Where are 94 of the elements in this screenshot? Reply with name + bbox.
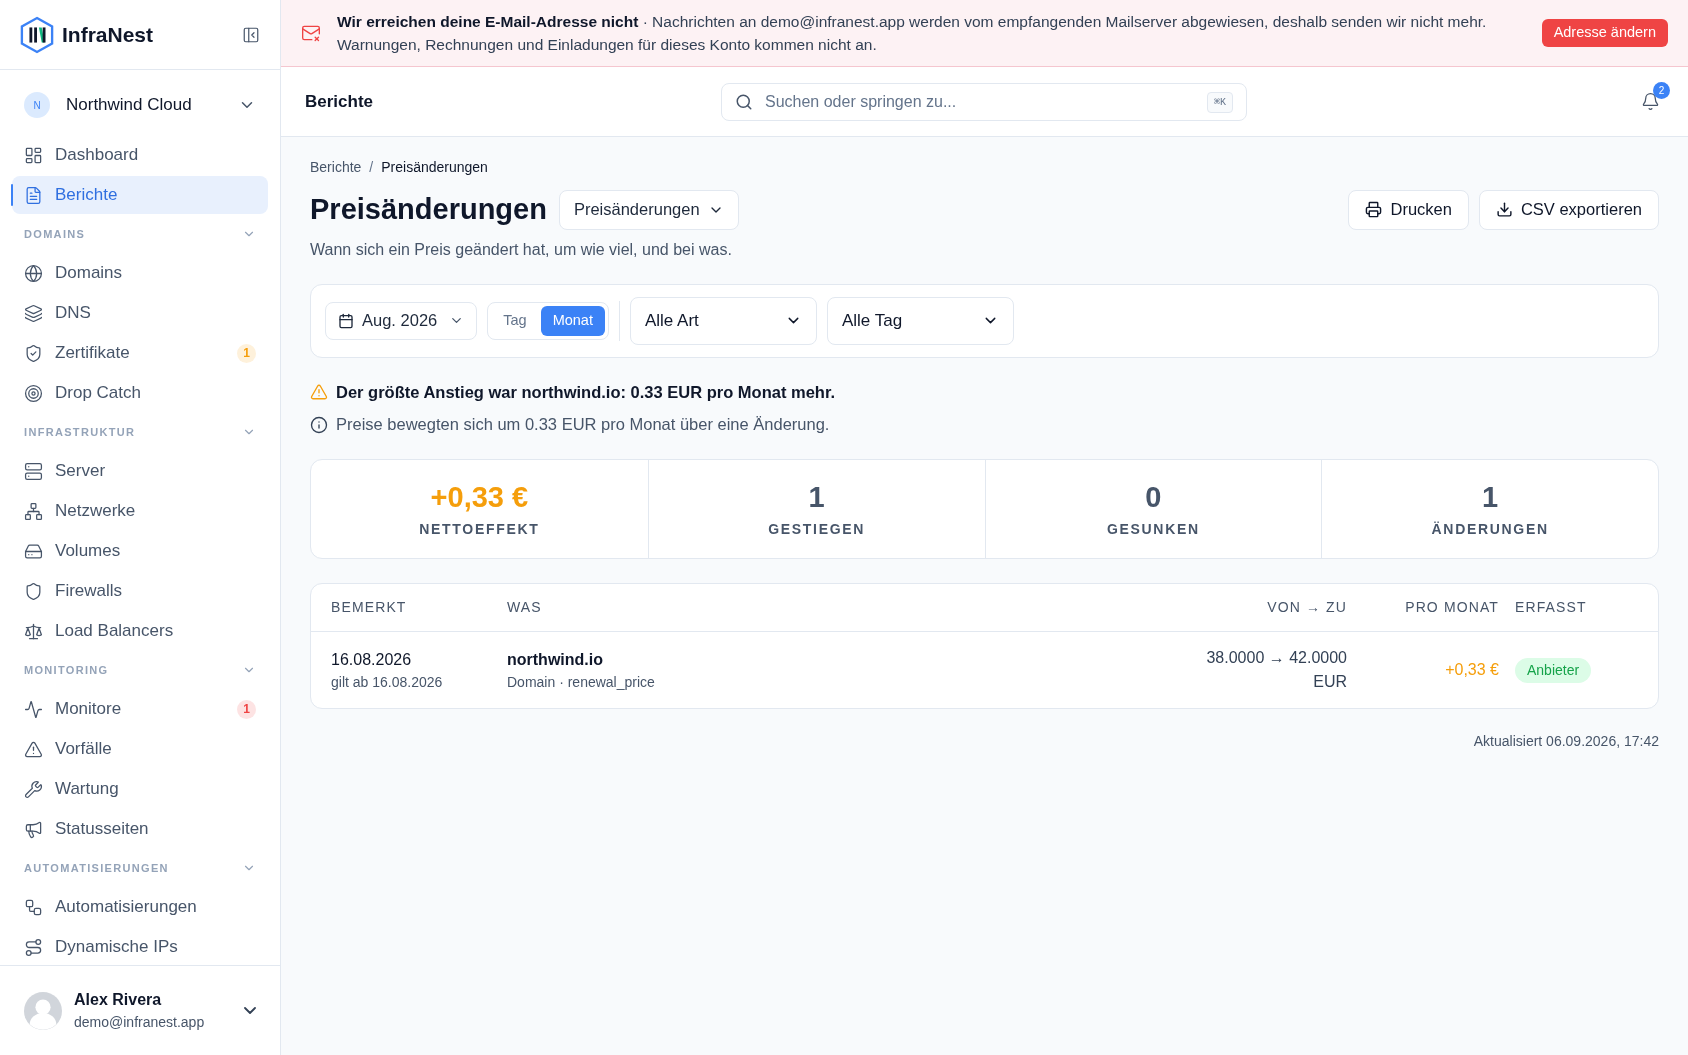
source-tag: Anbieter <box>1515 657 1592 683</box>
change-address-button[interactable]: Adresse ändern <box>1541 19 1668 47</box>
sidebar-item[interactable]: DNS <box>12 294 268 332</box>
sidebar-item[interactable]: Domains <box>12 254 268 292</box>
dashboard-icon <box>24 145 43 165</box>
stat-label: ÄNDERUNGEN <box>1431 519 1549 539</box>
sidebar-item[interactable]: Berichte <box>12 176 268 214</box>
wrench-icon <box>24 779 43 799</box>
sidebar-item[interactable]: Dynamische IPs <box>12 928 268 965</box>
badge-count: 1 <box>243 703 250 715</box>
calendar-icon <box>338 312 354 329</box>
globe-icon <box>24 263 43 283</box>
sidebar-item[interactable]: Drop Catch <box>12 374 268 412</box>
layers-icon <box>24 303 43 323</box>
column-header: PRO MONAT <box>1405 598 1500 617</box>
price-change: 38.0000 → 42.0000 <box>1206 648 1347 668</box>
workspace-avatar: N <box>24 92 50 118</box>
megaphone-icon <box>24 819 43 839</box>
stat-value: 1 <box>808 479 825 515</box>
header-title: Berichte <box>305 90 375 113</box>
column-header: VON → ZU <box>1267 598 1348 617</box>
item-name: northwind.io <box>507 649 604 670</box>
granularity-option[interactable]: Monat <box>540 305 605 336</box>
export-csv-button[interactable]: CSV exportieren <box>1478 189 1659 230</box>
sidebar-item[interactable]: Load Balancers <box>12 612 268 650</box>
sidebar-item[interactable]: Zertifikate 1 <box>12 334 268 372</box>
column-header: WAS <box>507 598 543 617</box>
network-icon <box>24 501 43 521</box>
stat-value: 0 <box>1145 479 1162 515</box>
banner-message: Wir erreichen deine E-Mail-Adresse nicht · Nachrichten an demo@infranest.app werden vom empfangenden Mailserver abgewiesen, deshalb senden wir nicht mehr. Warnungen, Rechnungen und Einladungen für dieses Konto kommen nicht an. <box>337 12 1488 55</box>
breadcrumb-separator: / <box>369 158 374 177</box>
shield-check-icon <box>24 343 43 363</box>
download-icon <box>1495 201 1513 219</box>
badge-count: 1 <box>243 347 250 359</box>
breadcrumb-current: Preisänderungen <box>381 158 488 177</box>
logo-icon <box>20 15 54 54</box>
route-icon <box>24 937 43 957</box>
stat-value: +0,33 € <box>430 479 529 515</box>
avatar-icon <box>24 991 62 1030</box>
filter-select[interactable]: Alle Tag <box>826 296 1014 345</box>
price-change: EUR <box>1313 672 1347 692</box>
monthly-change: +0,33 € <box>1445 660 1500 680</box>
sidebar-item[interactable]: Automatisierungen <box>12 888 268 926</box>
stat-label: GESTIEGEN <box>768 519 866 539</box>
stat-label: NETTOEFFEKT <box>419 519 540 539</box>
user-menu[interactable]: Alex Rivera demo@infranest.app <box>0 965 280 1055</box>
breadcrumb-link[interactable]: Berichte <box>310 157 362 178</box>
target-icon <box>24 383 43 403</box>
notification-bell-icon[interactable] <box>1641 92 1660 111</box>
warning-icon <box>310 382 328 401</box>
server-icon <box>24 461 43 481</box>
sidebar-item[interactable]: Wartung <box>12 770 268 808</box>
sidebar-item[interactable]: Netzwerke <box>12 492 268 530</box>
chevron-down-icon <box>244 1007 256 1014</box>
workspace-switcher[interactable]: N Northwind Cloud <box>12 86 268 124</box>
mail-error-icon <box>301 23 321 43</box>
scale-icon <box>24 621 43 641</box>
stat-label: GESUNKEN <box>1106 519 1200 539</box>
user-name: Alex Rivera <box>74 990 163 1010</box>
granularity-option[interactable]: Tag <box>491 305 539 336</box>
warning-message: Der größte Anstieg war northwind.io: 0.33 EUR pro Monat mehr. <box>336 381 836 403</box>
pulse-icon <box>24 699 43 719</box>
last-updated: Aktualisiert 06.09.2026, 17:42 <box>1473 732 1659 751</box>
document-icon <box>24 185 43 205</box>
effective-date: gilt ab 16.08.2026 <box>331 672 444 692</box>
print-button[interactable]: Drucken <box>1348 189 1469 230</box>
printer-icon <box>1365 201 1383 219</box>
stat-value: 1 <box>1482 479 1499 515</box>
workflow-icon <box>24 897 43 917</box>
sidebar-item[interactable]: Volumes <box>12 532 268 570</box>
date-cell-text: 16.08.2026 <box>331 649 413 670</box>
warning-icon <box>24 739 43 759</box>
period-picker[interactable]: Aug. 2026 <box>325 301 478 340</box>
brand-name: InfraNest <box>62 21 155 48</box>
sidebar-item[interactable]: Dashboard <box>12 136 268 174</box>
shield-icon <box>24 581 43 601</box>
page-subtitle: Wann sich ein Preis geändert hat, um wie viel, und bei was. <box>310 239 733 260</box>
sidebar-item[interactable]: Firewalls <box>12 572 268 610</box>
info-icon <box>310 415 328 434</box>
page-title: Preisänderungen <box>310 192 547 227</box>
report-select[interactable]: Preisänderungen <box>558 189 739 230</box>
sidebar-item[interactable]: Monitore 1 <box>12 690 268 728</box>
sidebar-item[interactable]: Server <box>12 452 268 490</box>
search-icon <box>735 92 753 111</box>
item-detail: Domain · renewal_price <box>507 672 656 692</box>
column-header: BEMERKT <box>331 598 408 617</box>
sidebar-item[interactable]: Statusseiten <box>12 810 268 848</box>
notification-count: 2 <box>1653 82 1670 99</box>
info-message: Preise bewegten sich um 0.33 EUR pro Monat über eine Änderung. <box>336 414 830 436</box>
user-email: demo@infranest.app <box>74 1013 206 1032</box>
sidebar-item[interactable]: Vorfälle <box>12 730 268 768</box>
column-header: ERFASST <box>1515 598 1588 617</box>
collapse-sidebar-icon[interactable] <box>242 25 260 44</box>
filter-select[interactable]: Alle Art <box>629 296 817 345</box>
